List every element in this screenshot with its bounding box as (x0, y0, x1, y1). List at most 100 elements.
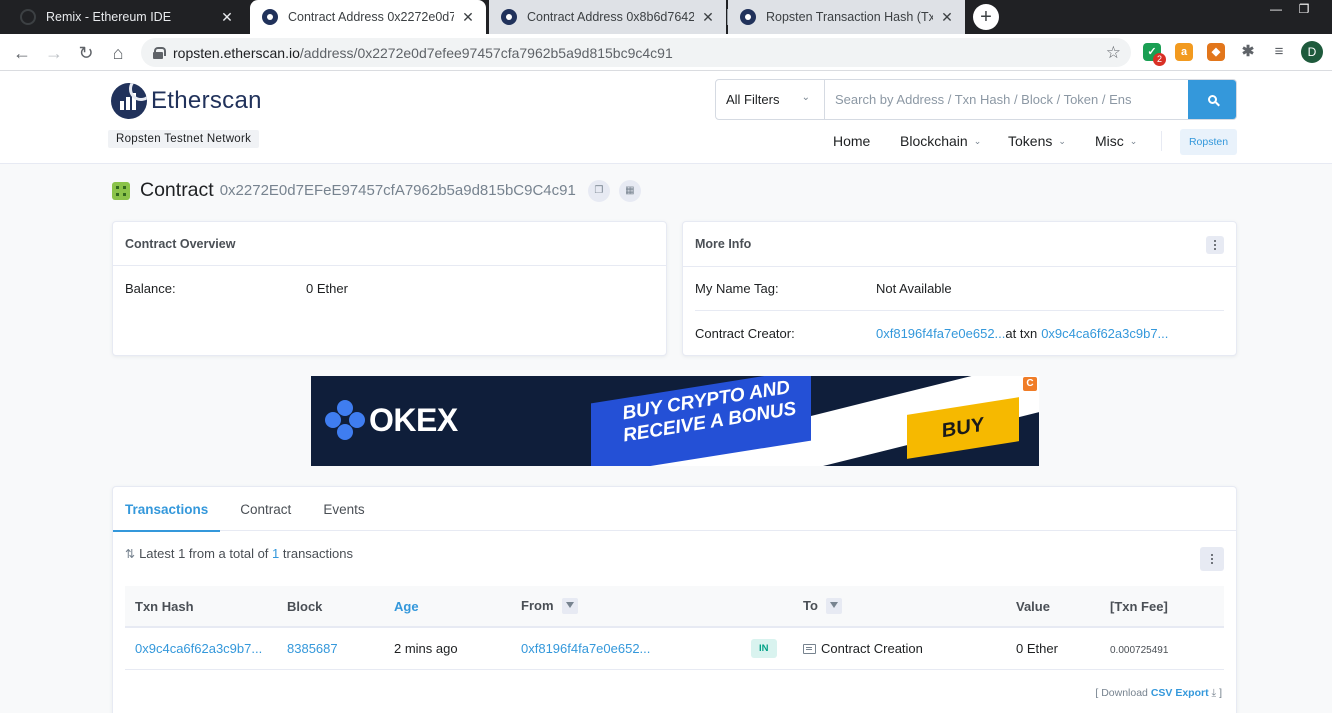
metamask-fox-icon[interactable]: ◆ (1207, 43, 1225, 61)
creator-address-link[interactable]: 0xf8196f4fa7e0e652... (876, 326, 1005, 341)
media-queue-icon[interactable]: ≡ (1270, 43, 1288, 61)
reload-icon[interactable]: ↻ (74, 41, 98, 65)
lock-icon[interactable] (153, 46, 166, 59)
etherscan-favicon-icon (501, 9, 517, 25)
txn-hash-link[interactable]: 0x9c4ca6f62a3c9b7... (135, 641, 262, 656)
nav-home[interactable]: Home (833, 133, 870, 149)
chevron-down-icon: ⌄ (973, 135, 982, 146)
tab-transactions[interactable]: Transactions (113, 487, 221, 532)
browser-tab-title: Contract Address 0x8b6d7642f0c (527, 10, 694, 24)
balance-value: 0 Ether (306, 280, 348, 296)
site-header: Etherscan Ropsten Testnet Network All Fi… (0, 71, 1332, 164)
block-cell: 8385687 (277, 627, 384, 670)
nav-home-label: Home (833, 133, 871, 149)
contract-creator-row: Contract Creator: 0xf8196f4fa7e0e652... … (683, 311, 1236, 355)
search-icon (1207, 95, 1217, 104)
txn-hash-cell: 0x9c4ca6f62a3c9b7... (125, 627, 277, 670)
contract-overview-card: Contract Overview Balance: 0 Ether (112, 221, 667, 356)
summary-count-link[interactable]: 1 (272, 546, 279, 561)
block-link[interactable]: 8385687 (287, 641, 338, 656)
search-filter-select[interactable]: All Filters ⌄ (716, 80, 825, 119)
col-age[interactable]: Age (384, 586, 511, 628)
nav-blockchain-label: Blockchain (900, 133, 968, 149)
ad-choices-icon[interactable]: C (1023, 377, 1037, 391)
direction-badge: IN (751, 638, 777, 658)
new-tab-plus-icon[interactable]: + (973, 4, 999, 30)
url-omnibox[interactable]: ropsten.etherscan.io/address/0x2272e0d7e… (141, 38, 1131, 67)
creator-txn-link[interactable]: 0x9c4ca6f62a3c9b7... (1041, 326, 1168, 341)
network-switch-button[interactable]: Ropsten (1180, 129, 1237, 155)
url-host: ropsten.etherscan.io (173, 44, 300, 61)
contract-address: 0x2272E0d7EFeE97457cfA7962b5a9d815bC9C4c… (219, 182, 576, 199)
nav-tokens[interactable]: Tokens ⌄ (1008, 133, 1066, 149)
more-options-icon[interactable] (1200, 547, 1224, 571)
extensions-puzzle-icon[interactable]: ✱ (1239, 43, 1257, 61)
contract-file-icon (803, 644, 816, 655)
contract-heading: Contract 0x2272E0d7EFeE97457cfA7962b5a9d… (112, 179, 650, 202)
search-button[interactable] (1188, 80, 1236, 119)
etherscan-favicon-icon (740, 9, 756, 25)
from-address-link[interactable]: 0xf8196f4fa7e0e652... (521, 641, 650, 656)
browser-tab-title: Contract Address 0x2272e0d7efe (288, 10, 454, 24)
browser-tab-remix[interactable]: Remix - Ethereum IDE ✕ (8, 0, 245, 34)
back-arrow-icon[interactable]: ← (10, 41, 34, 65)
forward-arrow-icon[interactable]: → (42, 41, 66, 65)
shopping-extension-icon[interactable]: a (1175, 43, 1193, 61)
restore-window-icon[interactable]: ❐ (1290, 0, 1318, 20)
card-title: More Info (683, 222, 1236, 267)
profile-avatar[interactable]: D (1301, 41, 1323, 63)
url-path: /address/0x2272e0d7efee97457cfa7962b5a9d… (299, 44, 673, 61)
csv-export-link[interactable]: CSV Export (1151, 687, 1209, 699)
browser-tab-txhash[interactable]: Ropsten Transaction Hash (Txhas ✕ (728, 0, 965, 34)
ad-brand: OKEX (369, 402, 458, 438)
network-label: Ropsten Testnet Network (108, 130, 260, 148)
home-icon[interactable]: ⌂ (106, 41, 130, 65)
name-tag-value: Not Available (876, 281, 952, 296)
extension-badge: 2 (1153, 53, 1166, 66)
close-tab-icon[interactable]: ✕ (700, 9, 716, 26)
search-input[interactable] (825, 80, 1188, 119)
contract-identicon-icon (112, 181, 130, 200)
browser-tab-contract-active[interactable]: Contract Address 0x2272e0d7efe ✕ (250, 0, 486, 34)
summary-prefix: Latest 1 from a total of (139, 546, 269, 561)
col-age-label: Age (394, 598, 419, 614)
etherscan-logo[interactable]: Etherscan (111, 83, 262, 119)
nav-misc[interactable]: Misc ⌄ (1095, 133, 1137, 149)
okex-ad-banner[interactable]: OKEX BUY CRYPTO AND RECEIVE A BONUS BUY … (311, 376, 1039, 466)
card-title: Contract Overview (113, 222, 666, 266)
transactions-table: Txn Hash Block Age From To Value [Txn Fe… (125, 586, 1224, 670)
filter-funnel-icon[interactable] (825, 598, 842, 615)
to-cell: Contract Creation (793, 627, 1006, 670)
browser-tab-title: Remix - Ethereum IDE (46, 10, 172, 24)
age-cell: 2 mins ago (384, 627, 511, 670)
qr-code-icon[interactable]: ▦ (618, 179, 641, 202)
balance-label: Balance: (125, 280, 176, 296)
col-txn-hash: Txn Hash (125, 586, 277, 628)
close-tab-icon[interactable]: ✕ (939, 9, 955, 26)
remix-favicon-icon (20, 9, 36, 25)
csv-prefix: [ Download (1095, 687, 1148, 699)
close-tab-icon[interactable]: ✕ (460, 9, 476, 26)
tab-contract[interactable]: Contract (228, 487, 303, 531)
from-cell: 0xf8196f4fa7e0e652... (511, 627, 741, 670)
bookmark-star-icon[interactable]: ☆ (1106, 43, 1121, 63)
minimize-window-icon[interactable]: — (1262, 0, 1290, 20)
col-from-label: From (521, 597, 554, 613)
chevron-down-icon: ⌄ (1058, 135, 1066, 146)
more-options-icon[interactable] (1206, 236, 1224, 254)
chevron-down-icon: ⌄ (1129, 135, 1138, 146)
csv-suffix: ] (1219, 687, 1222, 699)
direction-cell: IN (741, 627, 793, 670)
nav-divider (1161, 131, 1162, 151)
summary-suffix: transactions (282, 546, 353, 561)
filter-funnel-icon[interactable] (561, 598, 578, 615)
close-tab-icon[interactable]: ✕ (219, 9, 235, 26)
copy-icon[interactable]: ❐ (587, 179, 610, 202)
etherscan-logo-icon (111, 83, 147, 119)
sort-icon: ⇅ (125, 546, 136, 561)
value-cell: 0 Ether (1006, 627, 1100, 670)
nav-blockchain[interactable]: Blockchain ⌄ (900, 133, 981, 149)
tab-events[interactable]: Events (311, 487, 376, 531)
col-direction (741, 586, 793, 628)
browser-tab-contract-2[interactable]: Contract Address 0x8b6d7642f0c ✕ (489, 0, 726, 34)
